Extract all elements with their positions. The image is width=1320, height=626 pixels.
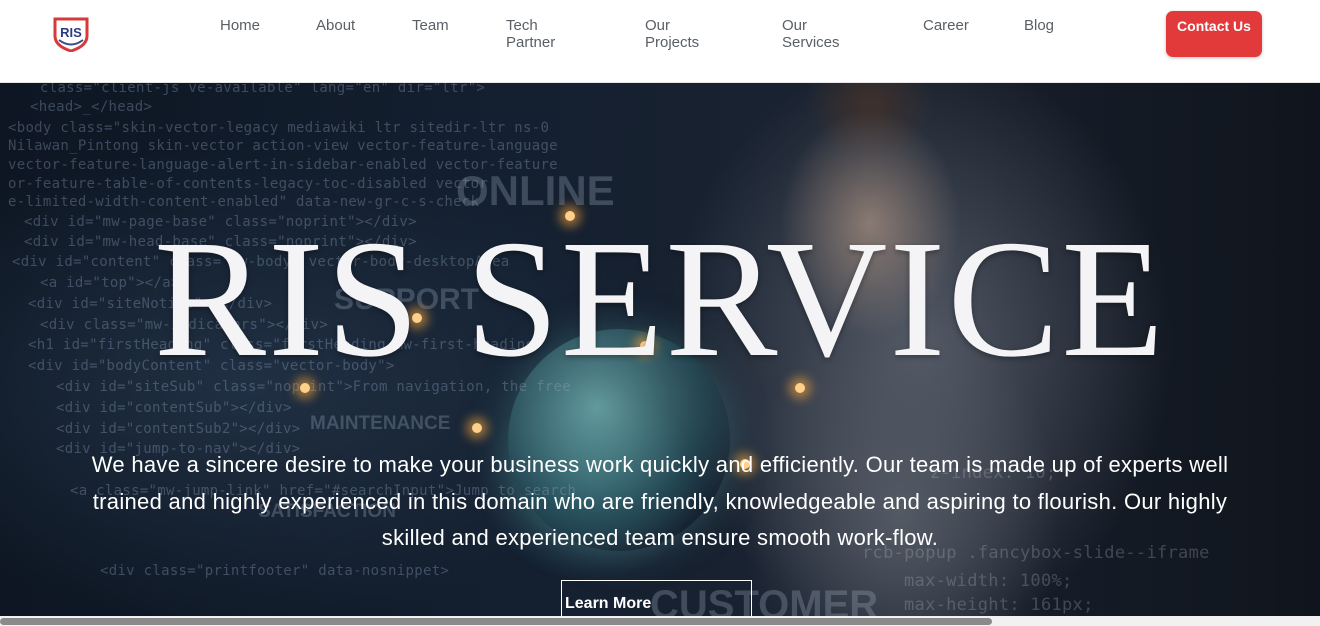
bg-word-maintenance: MAINTENANCE (310, 413, 451, 434)
nav-team[interactable]: Team (412, 17, 508, 34)
nav-our-services[interactable]: Our Services (782, 17, 844, 51)
nav-career[interactable]: Career (923, 17, 1019, 34)
code-line: <div id="contentSub2"></div> (56, 421, 301, 437)
code-line: or-feature-table-of-contents-legacy-toc-… (8, 176, 489, 192)
code-line: max-height: 161px; (904, 595, 1094, 615)
site-header: RIS Home About Team Tech Partner Our Pro… (0, 0, 1320, 83)
nav-about[interactable]: About (316, 17, 412, 34)
ris-logo[interactable]: RIS (52, 16, 90, 53)
horizontal-scrollbar[interactable] (0, 616, 1320, 626)
nav-home[interactable]: Home (220, 17, 316, 34)
contact-us-button[interactable]: Contact Us (1166, 11, 1262, 57)
code-line: <body class="skin-vector-legacy mediawik… (8, 120, 550, 136)
network-glow-dot (472, 423, 482, 433)
code-line: Nilawan_Pintong skin-vector action-view … (8, 138, 558, 154)
code-line: <div id="contentSub"></div> (56, 400, 292, 416)
code-line: max-width: 100%; (904, 571, 1073, 591)
hero-description: We have a sincere desire to make your bu… (91, 452, 1229, 550)
learn-more-button[interactable]: Learn More (561, 580, 752, 616)
nav-blog[interactable]: Blog (1024, 17, 1120, 34)
hero-title: RIS SERVICE (153, 206, 1167, 392)
nav-tech-partner[interactable]: Tech Partner (506, 17, 566, 51)
nav-our-projects[interactable]: Our Projects (645, 17, 707, 51)
code-line: class="client-js ve-available" lang="en"… (40, 83, 486, 96)
scrollbar-thumb[interactable] (0, 618, 992, 625)
code-line: <div class="printfooter" data-nosnippet> (100, 563, 450, 579)
ris-shield-logo-icon: RIS (53, 17, 89, 53)
logo-text: RIS (60, 25, 82, 40)
code-line: <head>_</head> (30, 99, 153, 115)
hero-section: class="client-js ve-available" lang="en"… (0, 83, 1320, 616)
